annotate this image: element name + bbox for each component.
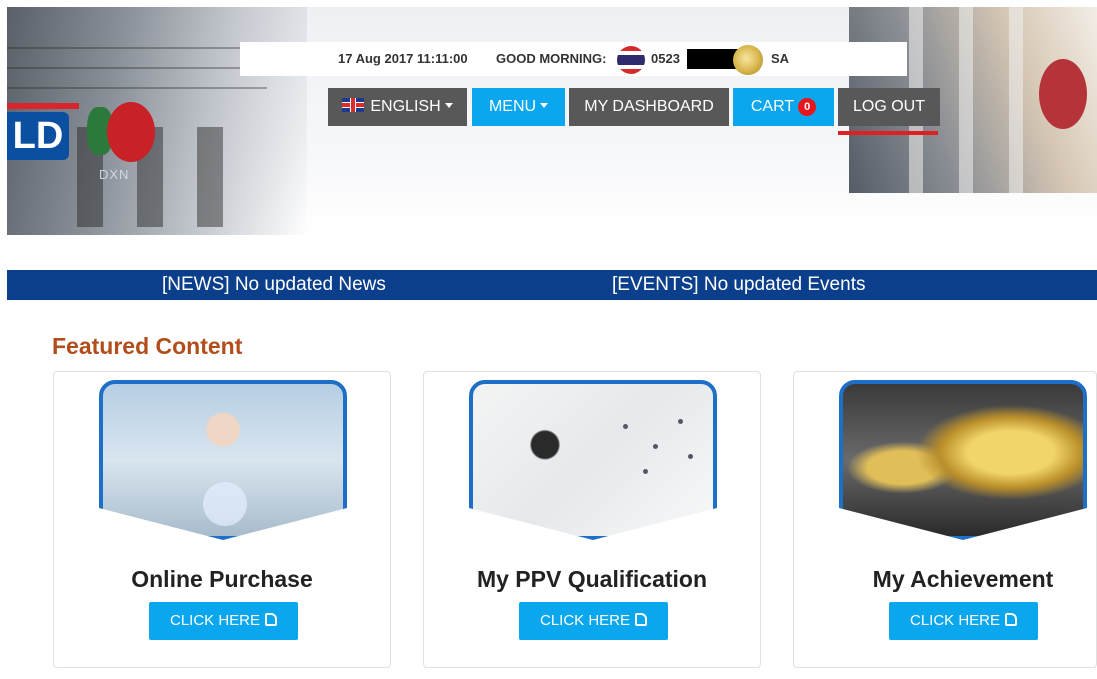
- news-ticker: [NEWS] No updated News [EVENTS] No updat…: [7, 270, 1097, 300]
- user-info-bar: 17 Aug 2017 11:11:00 GOOD MORNING: 0523 …: [240, 42, 907, 76]
- thumbs-up-icon: [265, 613, 278, 626]
- button-label: CLICK HERE: [539, 612, 631, 629]
- events-link[interactable]: [EVENTS] No updated Events: [612, 274, 865, 296]
- medal-icon: [733, 45, 763, 75]
- uk-flag-icon: [342, 98, 365, 112]
- thai-flag-icon: [617, 46, 645, 74]
- featured-heading: Featured Content: [52, 333, 243, 359]
- card-title: Online Purchase: [131, 566, 313, 592]
- card-title: My Achievement: [872, 566, 1054, 592]
- country-code: SA: [771, 51, 790, 66]
- caret-down-icon: [540, 103, 549, 108]
- logout-button[interactable]: LOG OUT: [838, 88, 940, 126]
- site-logo[interactable]: LD: [7, 112, 69, 160]
- redacted-member-id: [687, 49, 739, 69]
- cart-count-badge: 0: [798, 98, 817, 116]
- online-purchase-image: [99, 380, 347, 540]
- menu-label: MENU: [488, 98, 537, 115]
- card-title: My PPV Qualification: [476, 566, 708, 592]
- online-purchase-click-button[interactable]: CLICK HERE: [149, 602, 298, 640]
- card-achievement: My Achievement CLICK HERE: [793, 371, 1097, 668]
- member-id: 0523: [651, 51, 680, 66]
- greeting: GOOD MORNING:: [496, 51, 607, 66]
- cart-button[interactable]: CART 0: [733, 88, 834, 126]
- language-label: ENGLISH: [370, 98, 441, 115]
- achievement-trophy-image: [839, 380, 1087, 540]
- thumbs-up-icon: [1005, 613, 1018, 626]
- building-sign: DXN: [99, 167, 130, 182]
- caret-down-icon: [444, 103, 453, 108]
- my-dashboard-button[interactable]: MY DASHBOARD: [569, 88, 729, 126]
- datetime: 17 Aug 2017 11:11:00: [338, 51, 468, 66]
- card-ppv-qualification: My PPV Qualification CLICK HERE: [423, 371, 761, 668]
- cart-label: CART: [750, 98, 795, 115]
- logout-highlight: [838, 131, 938, 135]
- button-label: CLICK HERE: [169, 612, 261, 629]
- button-label: CLICK HERE: [909, 612, 1001, 629]
- ppv-qualification-click-button[interactable]: CLICK HERE: [519, 602, 668, 640]
- language-dropdown[interactable]: ENGLISH: [328, 88, 467, 126]
- thumbs-up-icon: [635, 613, 648, 626]
- card-online-purchase: Online Purchase CLICK HERE: [53, 371, 391, 668]
- menu-dropdown[interactable]: MENU: [472, 88, 565, 126]
- news-link[interactable]: [NEWS] No updated News: [162, 274, 386, 296]
- ppv-qualification-image: [469, 380, 717, 540]
- achievement-click-button[interactable]: CLICK HERE: [889, 602, 1038, 640]
